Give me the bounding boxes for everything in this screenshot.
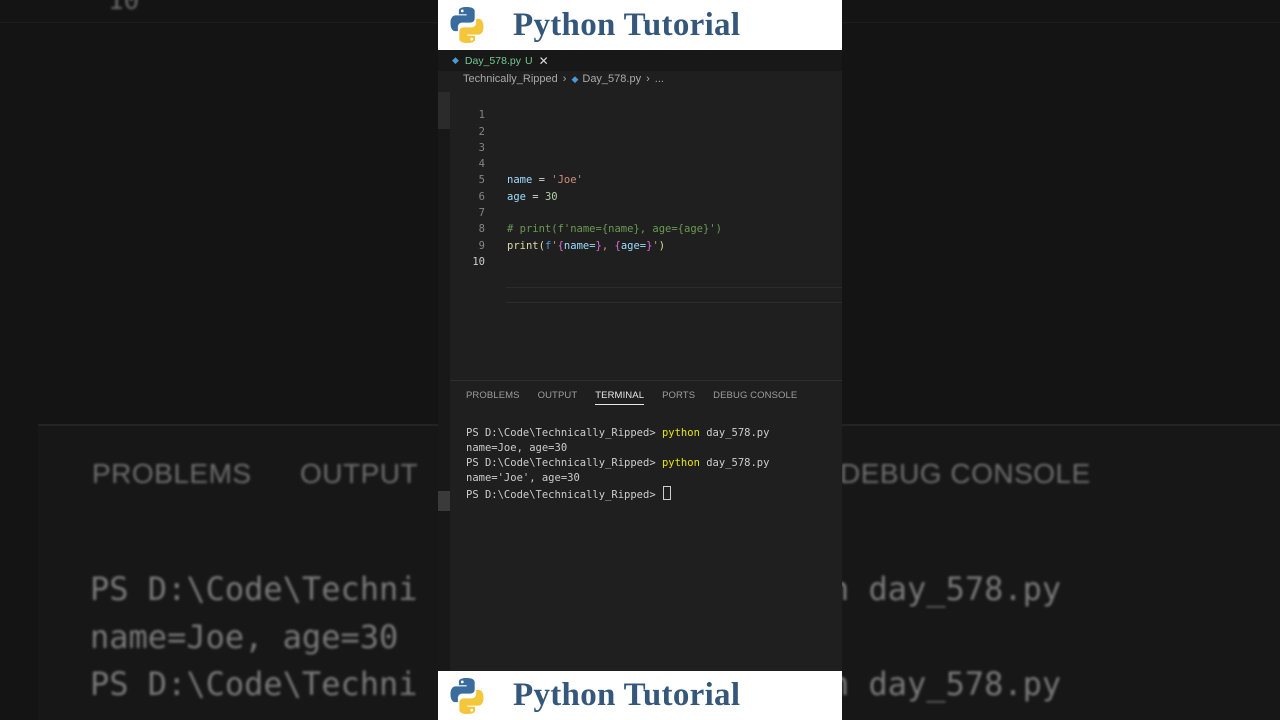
terminal-cursor — [662, 486, 671, 500]
bg-tab-debug-console: DEBUG CONSOLE — [840, 458, 1091, 489]
terminal-prompt: PS D:\Code\Technically_Ripped> — [466, 427, 662, 439]
banner-title: Python Tutorial — [513, 677, 741, 713]
terminal-prompt: PS D:\Code\Technically_Ripped> — [466, 457, 662, 469]
code-line: 8 print(f'{name=}, {age=}') — [438, 205, 842, 251]
code-line: 5 age = 30 — [438, 156, 842, 202]
code-line: 2 — [438, 107, 842, 138]
python-logo-icon — [450, 677, 484, 714]
bg-terminal-line-3: PS D:\Code\Techni — [90, 665, 418, 703]
code-editor[interactable]: 1 2 3 4 name = 'Joe' 5 age = 30 6 7 # pr… — [438, 91, 842, 303]
code-line: 7 # print(f'name={name}, age={age}') — [438, 189, 842, 235]
tab-problems[interactable]: PROBLEMS — [466, 390, 520, 405]
bg-terminal-right-1: n day_578.py — [830, 570, 1062, 608]
tab-status-badge: U — [524, 54, 533, 67]
breadcrumb-file[interactable]: Day_578.py — [582, 73, 641, 85]
terminal-line: PS D:\Code\Technically_Ripped> — [466, 486, 769, 501]
top-banner: Python Tutorial — [438, 0, 842, 50]
breadcrumb: Technically_Ripped › ◆ Day_578.py › ... — [463, 73, 664, 85]
tab-filename: Day_578.py — [464, 54, 521, 67]
panel-tabs: PROBLEMS OUTPUT TERMINAL PORTS DEBUG CON… — [466, 390, 815, 405]
panel-gutter — [438, 380, 450, 671]
editor-tab[interactable]: ◆ Day_578.py U ✕ — [452, 50, 549, 71]
current-line-highlight — [506, 286, 842, 303]
chevron-right-icon: › — [646, 73, 650, 85]
terminal-command: python — [661, 457, 700, 469]
terminal[interactable]: PS D:\Code\Technically_Ripped> python da… — [466, 426, 769, 501]
terminal-line: PS D:\Code\Technically_Ripped> python da… — [466, 456, 769, 471]
bg-terminal-line-1: PS D:\Code\Techni — [90, 570, 418, 608]
terminal-output: name='Joe', age=30 — [466, 472, 580, 484]
bg-terminal-right-2: n day_578.py — [830, 665, 1062, 703]
close-icon[interactable]: ✕ — [539, 54, 549, 68]
breadcrumb-folder[interactable]: Technically_Ripped — [463, 73, 558, 85]
code-line: 3 — [438, 124, 842, 154]
terminal-command: python — [661, 427, 700, 439]
tab-debug-console[interactable]: DEBUG CONSOLE — [713, 390, 797, 405]
python-file-icon: ◆ — [452, 55, 459, 65]
bg-tab-output: OUTPUT — [300, 458, 419, 489]
video-frame: Python Tutorial ◆ Day_578.py U ✕ Technic… — [438, 0, 842, 720]
bg-line-number: 10 — [108, 0, 140, 16]
code-line: 4 name = 'Joe' — [438, 140, 842, 186]
bottom-panel: PROBLEMS OUTPUT TERMINAL PORTS DEBUG CON… — [450, 380, 842, 672]
scrollbar-thumb[interactable] — [438, 491, 450, 511]
line-number-active: 10 — [472, 255, 485, 268]
terminal-line: PS D:\Code\Technically_Ripped> python da… — [466, 426, 769, 441]
bg-tab-problems: PROBLEMS — [92, 458, 252, 489]
banner-title: Python Tutorial — [513, 6, 741, 43]
terminal-arg: day_578.py — [699, 427, 770, 439]
terminal-output: name=Joe, age=30 — [466, 442, 568, 454]
code-line: 1 — [438, 91, 842, 121]
terminal-arg: day_578.py — [699, 457, 770, 469]
bg-terminal-line-2: name=Joe, age=30 — [90, 618, 399, 656]
breadcrumb-more[interactable]: ... — [655, 73, 664, 85]
python-file-icon: ◆ — [571, 73, 579, 84]
code-line: 6 — [438, 172, 842, 203]
tab-output[interactable]: OUTPUT — [538, 390, 578, 405]
code-line: 9 — [438, 221, 842, 252]
bottom-banner: Python Tutorial — [438, 671, 842, 720]
tab-terminal[interactable]: TERMINAL — [595, 390, 645, 405]
chevron-right-icon: › — [562, 73, 567, 85]
python-logo-icon — [450, 7, 484, 43]
editor-tab-bar: ◆ Day_578.py U ✕ — [438, 50, 842, 71]
code-line-current: 10 — [438, 238, 842, 303]
tab-ports[interactable]: PORTS — [662, 390, 695, 405]
terminal-prompt: PS D:\Code\Technically_Ripped> — [466, 489, 662, 501]
